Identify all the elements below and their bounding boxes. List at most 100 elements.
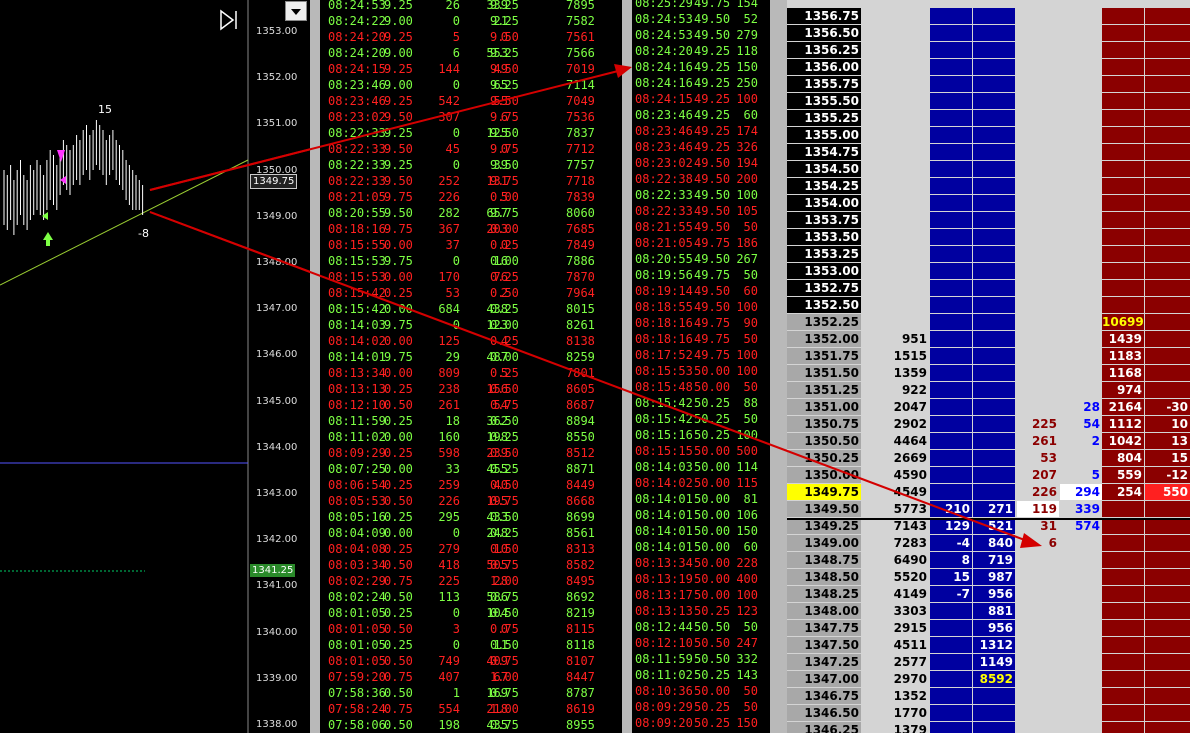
time-and-sales-1[interactable]: 08:24:53 9.25 26 339 9.25 7895 08:24:22 9.00 0 21…	[320, 0, 622, 733]
dom-bid-cell[interactable]	[930, 671, 972, 687]
tape2-row[interactable]: 08:18:16 49.75 90	[632, 315, 770, 331]
dom-askd-cell[interactable]	[1145, 263, 1190, 279]
dom-price-cell[interactable]: 1351.00	[787, 399, 861, 415]
dom-vol-cell[interactable]: 3303	[863, 603, 929, 619]
dom-bid2-cell[interactable]: 719	[973, 552, 1015, 568]
dom-vol-cell[interactable]	[863, 25, 929, 41]
dom-bid-cell[interactable]	[930, 246, 972, 262]
dom-price-cell[interactable]: 1354.50	[787, 161, 861, 177]
dom-bid2-cell[interactable]: 1312	[973, 637, 1015, 653]
tape2-row[interactable]: 08:22:33 49.50 105	[632, 203, 770, 219]
tape2-row[interactable]: 08:15:42 50.25 50	[632, 411, 770, 427]
dom-price-cell[interactable]: 1352.00	[787, 331, 861, 347]
dom-bid-cell[interactable]	[930, 110, 972, 126]
dom-vol-cell[interactable]	[863, 42, 929, 58]
dom-vol-cell[interactable]: 2902	[863, 416, 929, 432]
dom-ask2b-cell[interactable]	[1060, 603, 1102, 619]
dom-price-cell[interactable]: 1355.50	[787, 93, 861, 109]
dom-vol-cell[interactable]: 2915	[863, 620, 929, 636]
dom-ask2b-cell[interactable]	[1060, 331, 1102, 347]
dom-ask2b-cell[interactable]: 294	[1060, 484, 1102, 500]
dom-askd-cell[interactable]	[1145, 110, 1190, 126]
dom-vol-cell[interactable]	[863, 127, 929, 143]
tape2-row[interactable]: 08:18:16 49.75 50	[632, 331, 770, 347]
dom-askd-cell[interactable]	[1145, 705, 1190, 721]
tape2-row[interactable]: 08:13:13 50.25 123	[632, 603, 770, 619]
dom-askd-cell[interactable]	[1145, 195, 1190, 211]
dom-price-cell[interactable]: 1356.75	[787, 8, 861, 24]
dom-row[interactable]: 1355.75	[787, 76, 1190, 93]
dom-row[interactable]: 1347.75 2915 956	[787, 620, 1190, 637]
dom-price-cell[interactable]: 1349.00	[787, 535, 861, 551]
dom-ask2b-cell[interactable]	[1060, 127, 1102, 143]
dom-askd-cell[interactable]	[1145, 42, 1190, 58]
dom-ask-cell[interactable]	[1102, 637, 1144, 653]
tape2-row[interactable]: 08:24:20 49.25 118	[632, 43, 770, 59]
tape-row[interactable]: 08:11:02 0.00 160 198 0.25 8550	[320, 429, 622, 445]
dom-vol-cell[interactable]: 2970	[863, 671, 929, 687]
dom-row[interactable]: 1354.50	[787, 161, 1190, 178]
dom-askd-cell[interactable]	[1145, 518, 1190, 534]
dom-price-cell[interactable]: 1352.75	[787, 280, 861, 296]
tape2-row[interactable]: 08:09:20 50.25 150	[632, 715, 770, 731]
dom-ask2b-cell[interactable]	[1060, 42, 1102, 58]
dom-bid-cell[interactable]	[930, 161, 972, 177]
dom-bid2-cell[interactable]	[973, 297, 1015, 313]
tape-row[interactable]: 08:14:01 9.75 29 487 0.00 8259	[320, 349, 622, 365]
dom-ask2b-cell[interactable]	[1060, 620, 1102, 636]
dom-bid2-cell[interactable]	[973, 280, 1015, 296]
dom-price-cell[interactable]: 1355.00	[787, 127, 861, 143]
dom-bid-cell[interactable]	[930, 705, 972, 721]
dom-ask2-cell[interactable]	[1017, 569, 1059, 585]
dom-ask2b-cell[interactable]	[1060, 8, 1102, 24]
dom-vol-cell[interactable]: 5773	[863, 501, 929, 517]
dom-ask2b-cell[interactable]	[1060, 280, 1102, 296]
dom-ask2-cell[interactable]	[1017, 42, 1059, 58]
dom-vol-cell[interactable]: 1770	[863, 705, 929, 721]
dom-ladder[interactable]: 1356.75 1356.50 1356.25 1356.00 1355.75 1355.…	[787, 0, 1190, 733]
dom-row[interactable]: 1347.25 2577 1149	[787, 654, 1190, 671]
dom-ask2b-cell[interactable]: 5	[1060, 467, 1102, 483]
tape-row[interactable]: 08:01:05 0.25 0 104 0.50 8219	[320, 605, 622, 621]
dom-price-cell[interactable]: 1353.25	[787, 246, 861, 262]
dom-bid2-cell[interactable]	[973, 246, 1015, 262]
tape2-row[interactable]: 08:14:01 50.00 60	[632, 539, 770, 555]
dom-ask2b-cell[interactable]	[1060, 144, 1102, 160]
dom-askd-cell[interactable]	[1145, 637, 1190, 653]
dom-ask-cell[interactable]: 804	[1102, 450, 1144, 466]
dom-bid-cell[interactable]	[930, 348, 972, 364]
dom-ask2b-cell[interactable]	[1060, 637, 1102, 653]
dom-row[interactable]: 1355.25	[787, 110, 1190, 127]
tape2-row[interactable]: 08:14:02 50.00 115	[632, 475, 770, 491]
dom-ask2-cell[interactable]	[1017, 331, 1059, 347]
tape2-row[interactable]: 08:19:14 49.50 60	[632, 283, 770, 299]
dom-askd-cell[interactable]	[1145, 569, 1190, 585]
dom-ask2b-cell[interactable]	[1060, 654, 1102, 670]
dom-bid2-cell[interactable]: 1149	[973, 654, 1015, 670]
dom-ask-cell[interactable]	[1102, 212, 1144, 228]
dom-ask2-cell[interactable]: 261	[1017, 433, 1059, 449]
dom-askd-cell[interactable]	[1145, 382, 1190, 398]
dom-ask2-cell[interactable]	[1017, 671, 1059, 687]
dom-vol-cell[interactable]	[863, 263, 929, 279]
dom-ask-cell[interactable]	[1102, 586, 1144, 602]
dom-askd-cell[interactable]	[1145, 25, 1190, 41]
dom-price-cell[interactable]: 1356.00	[787, 59, 861, 75]
dom-ask-cell[interactable]	[1102, 42, 1144, 58]
dom-ask-cell[interactable]	[1102, 518, 1144, 534]
tape-row[interactable]: 08:15:53 9.75 0 16 0.00 7886	[320, 253, 622, 269]
tape2-row[interactable]: 08:15:53 50.00 100	[632, 363, 770, 379]
dom-vol-cell[interactable]: 4149	[863, 586, 929, 602]
tape2-row[interactable]: 08:13:34 50.00 228	[632, 555, 770, 571]
dom-vol-cell[interactable]	[863, 246, 929, 262]
dom-bid2-cell[interactable]	[973, 331, 1015, 347]
tape2-row[interactable]: 08:13:19 50.00 400	[632, 571, 770, 587]
dom-bid2-cell[interactable]	[973, 450, 1015, 466]
tape2-row[interactable]: 08:23:46 49.25 60	[632, 107, 770, 123]
dom-bid-cell[interactable]	[930, 433, 972, 449]
dom-bid-cell[interactable]: 15	[930, 569, 972, 585]
dom-ask2b-cell[interactable]	[1060, 450, 1102, 466]
dom-ask2-cell[interactable]	[1017, 280, 1059, 296]
tape2-row[interactable]: 08:22:38 49.50 200	[632, 171, 770, 187]
dom-vol-cell[interactable]: 4590	[863, 467, 929, 483]
